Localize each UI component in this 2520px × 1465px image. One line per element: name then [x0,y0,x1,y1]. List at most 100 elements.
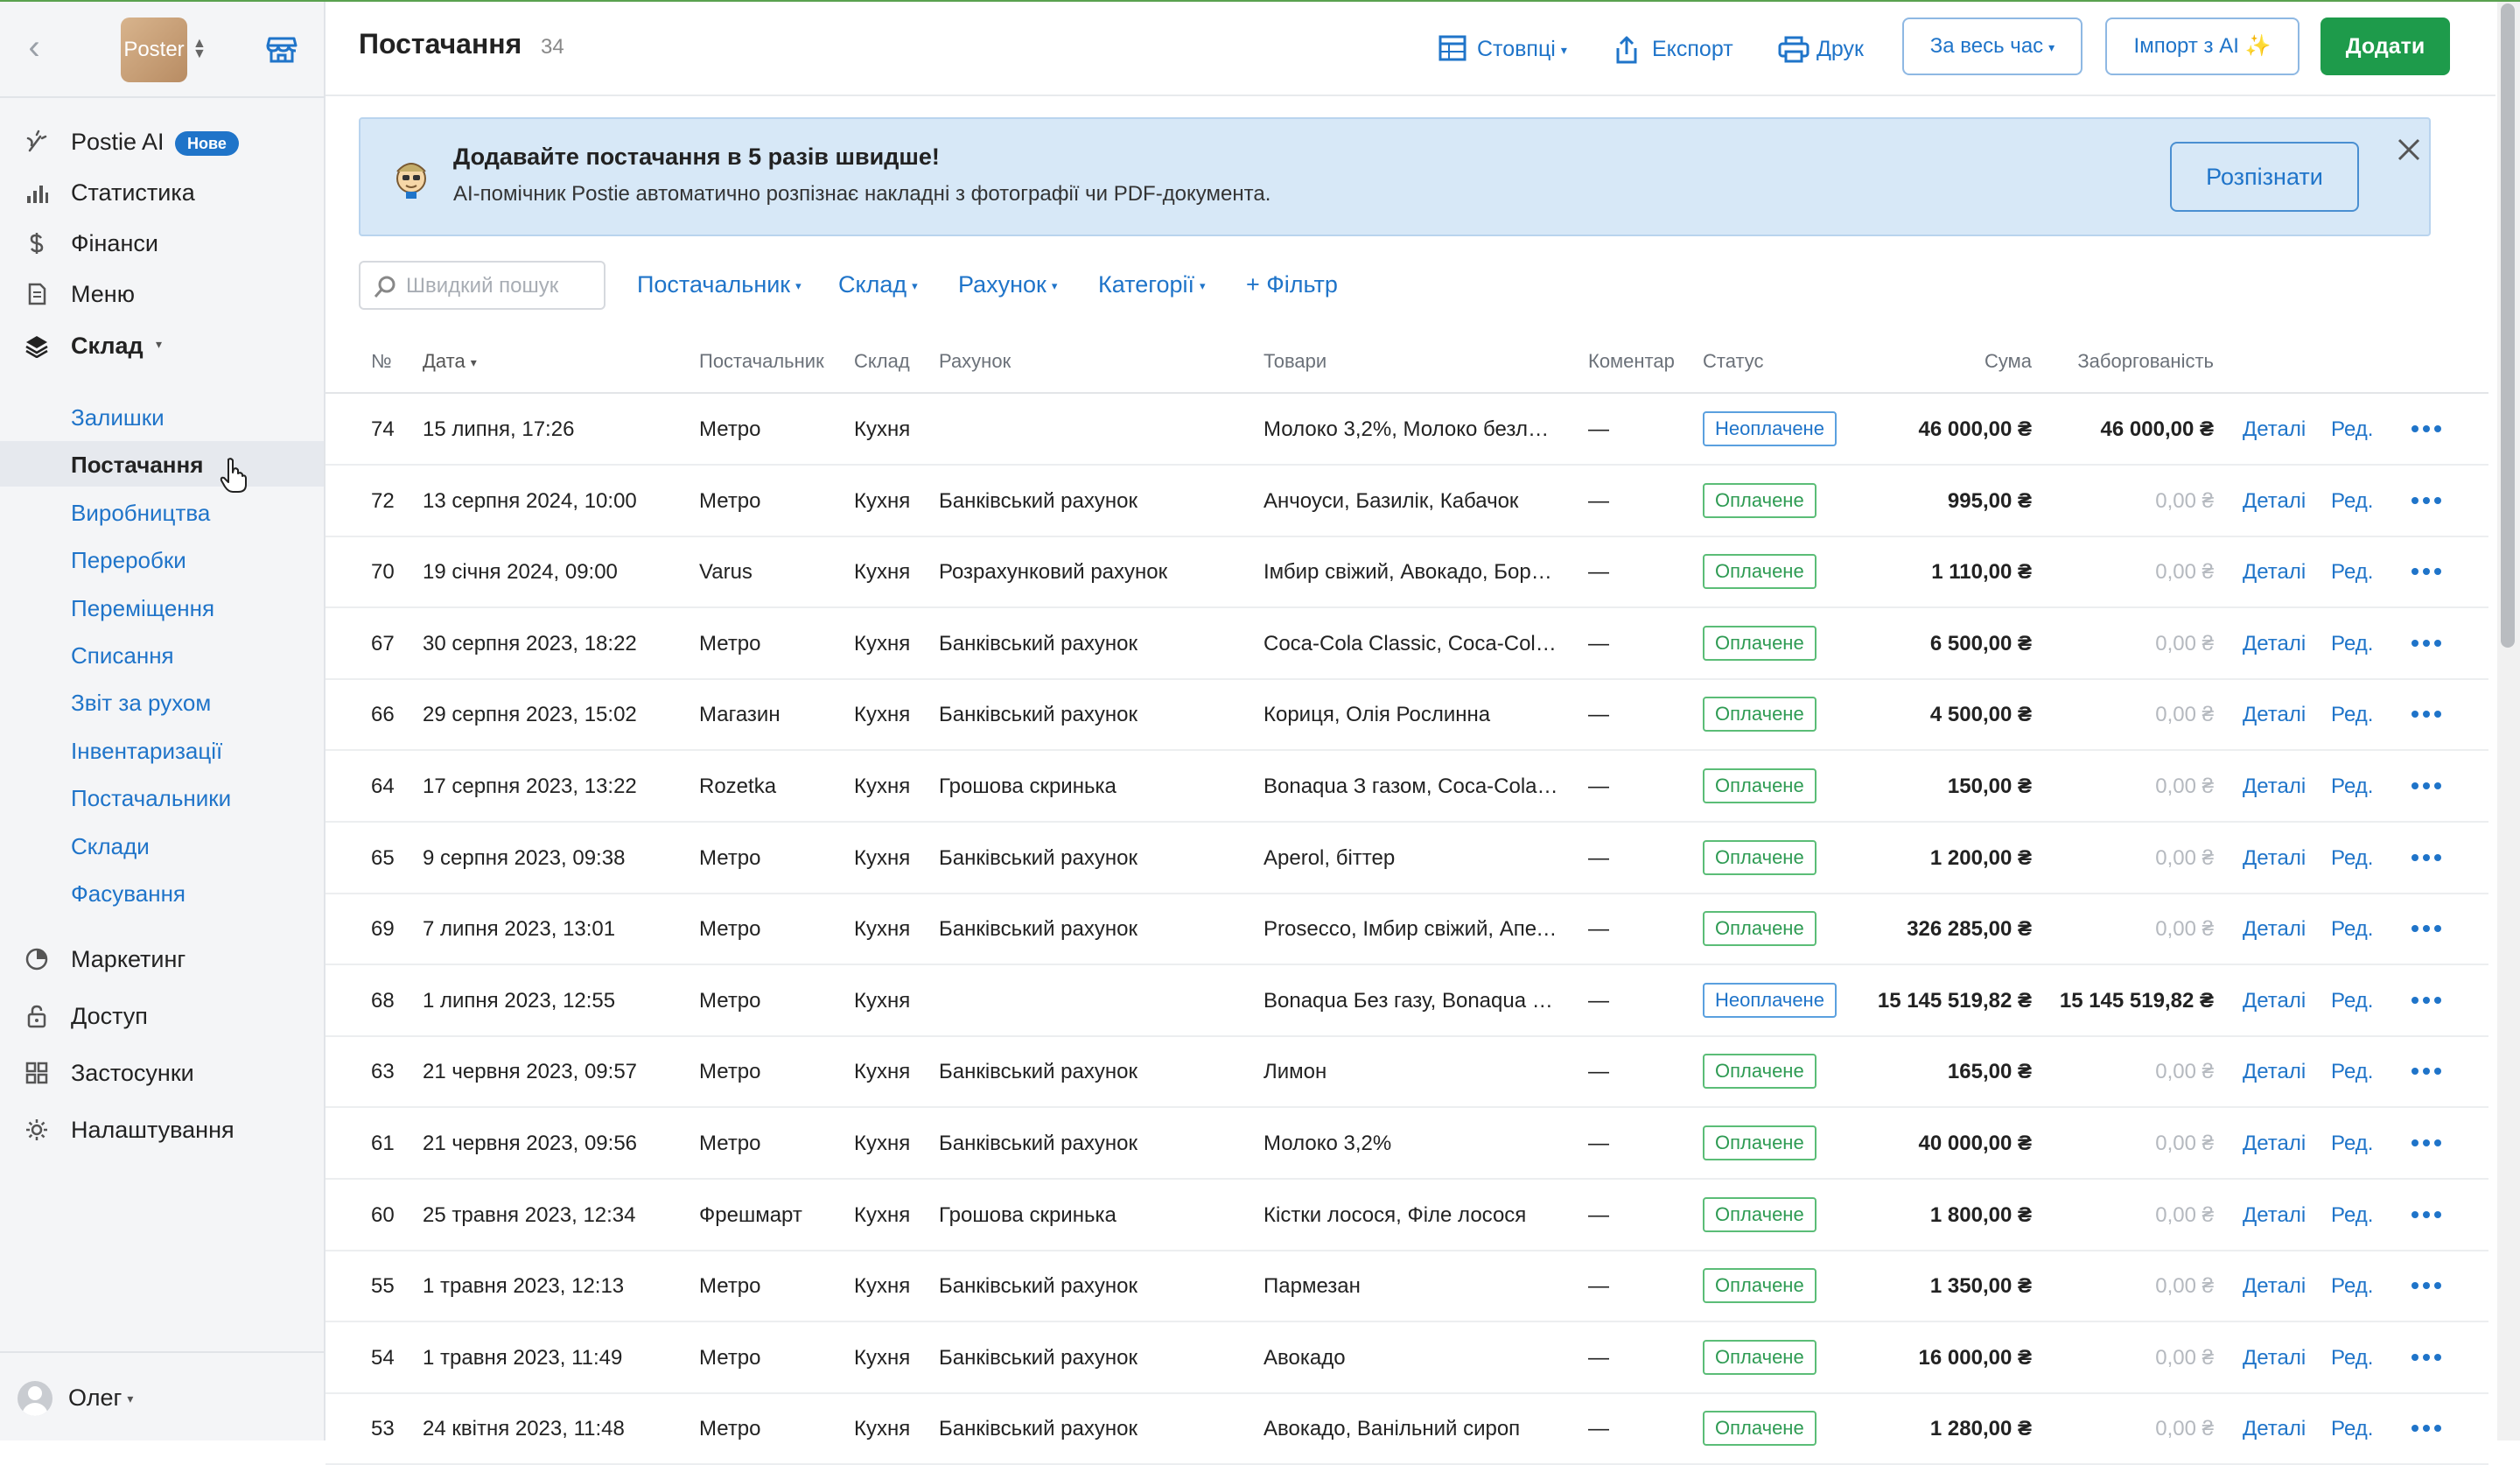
sidebar-subitem-5[interactable]: Переміщення [0,585,324,630]
details-link[interactable]: Деталі [2243,488,2306,515]
details-link[interactable]: Деталі [2243,1345,2306,1371]
storefront-icon[interactable] [266,35,298,65]
table-row[interactable]: 55 1 травня 2023, 12:13 Метро Кухня Банківсь… [326,1251,2488,1323]
details-link[interactable]: Деталі [2243,1202,2306,1229]
more-actions-icon[interactable] [2412,1062,2443,1080]
column-header-status[interactable]: Статус [1703,350,1764,373]
edit-link[interactable]: Ред. [2331,774,2373,800]
sidebar-item-2[interactable]: Статистика [0,166,324,219]
sidebar-subitem-7[interactable]: Звіт за рухом [0,679,324,725]
sidebar-subitem-4[interactable]: Переробки [0,536,324,582]
details-link[interactable]: Деталі [2243,631,2306,657]
edit-link[interactable]: Ред. [2331,1345,2373,1371]
sidebar-subitem-6[interactable]: Списання [0,632,324,677]
more-actions-icon[interactable] [2412,492,2443,509]
import-ai-button[interactable]: Імпорт з AI ✨ [2105,18,2300,75]
table-row[interactable]: 63 21 червня 2023, 09:57 Метро Кухня Банківс… [326,1036,2488,1109]
sidebar-item-6[interactable]: Маркетинг [0,933,324,985]
column-header-date[interactable]: Дата ▾ [423,350,477,373]
edit-link[interactable]: Ред. [2331,631,2373,657]
details-link[interactable]: Деталі [2243,988,2306,1014]
table-row[interactable]: 64 17 серпня 2023, 13:22 Rozetka Кухня Грошо… [326,751,2488,823]
edit-link[interactable]: Ред. [2331,1273,2373,1300]
column-header-num[interactable]: № [371,350,392,373]
column-header-goods[interactable]: Товари [1264,350,1326,373]
edit-link[interactable]: Ред. [2331,1131,2373,1157]
sidebar-subitem-8[interactable]: Інвентаризації [0,727,324,773]
more-actions-icon[interactable] [2412,777,2443,795]
details-link[interactable]: Деталі [2243,417,2306,443]
table-row[interactable]: 70 19 січня 2024, 09:00 Varus Кухня Розрахун… [326,536,2488,609]
table-row[interactable]: 72 13 серпня 2024, 10:00 Метро Кухня Банківс… [326,466,2488,537]
table-row[interactable]: 74 15 липня, 17:26 Метро Кухня Молоко 3,2%, … [326,394,2488,466]
more-actions-icon[interactable] [2412,1349,2443,1366]
details-link[interactable]: Деталі [2243,774,2306,800]
more-actions-icon[interactable] [2412,705,2443,723]
filter-supplier[interactable]: Постачальник ▾ [637,271,802,298]
more-actions-icon[interactable] [2412,920,2443,937]
sidebar-subitem-2[interactable]: Постачання [0,441,324,487]
sidebar-item-4[interactable]: Меню [0,268,324,320]
details-link[interactable]: Деталі [2243,559,2306,585]
recognize-button[interactable]: Розпізнати [2170,142,2359,212]
filter-account[interactable]: Рахунок ▾ [958,271,1057,298]
edit-link[interactable]: Ред. [2331,559,2373,585]
column-header-sum[interactable]: Сума [1872,350,2032,373]
export-button[interactable]: Експорт [1614,30,1736,68]
account-switch-caret-icon[interactable]: ▲ ▼ [192,37,206,61]
edit-link[interactable]: Ред. [2331,1059,2373,1085]
add-supply-button[interactable]: Додати [2320,18,2450,75]
details-link[interactable]: Деталі [2243,845,2306,872]
sidebar-item-9[interactable]: Налаштування [0,1104,324,1156]
table-row[interactable]: 66 29 серпня 2023, 15:02 Магазин Кухня Банкі… [326,679,2488,752]
details-link[interactable]: Деталі [2243,1273,2306,1300]
more-actions-icon[interactable] [2412,1206,2443,1223]
edit-link[interactable]: Ред. [2331,1202,2373,1229]
add-filter-button[interactable]: + Фільтр [1246,271,1338,298]
sidebar-item-5[interactable]: Склад ▾ [0,319,324,372]
table-row[interactable]: 68 1 липня 2023, 12:55 Метро Кухня Bonaqua Б… [326,965,2488,1037]
more-actions-icon[interactable] [2412,849,2443,866]
close-icon[interactable] [2392,133,2426,166]
table-row[interactable]: 60 25 травня 2023, 12:34 Фрешмарт Кухня Грош… [326,1180,2488,1251]
edit-link[interactable]: Ред. [2331,988,2373,1014]
columns-button[interactable]: Стовпці ▾ [1438,30,1568,68]
more-actions-icon[interactable] [2412,992,2443,1009]
table-row[interactable]: 65 9 серпня 2023, 09:38 Метро Кухня Банківсь… [326,823,2488,894]
column-header-comment[interactable]: Коментар [1588,350,1675,373]
table-row[interactable]: 53 24 квітня 2023, 11:48 Метро Кухня Банківс… [326,1393,2488,1465]
sidebar-subitem-11[interactable]: Фасування [0,870,324,915]
details-link[interactable]: Деталі [2243,916,2306,943]
search-input[interactable] [404,270,597,303]
edit-link[interactable]: Ред. [2331,845,2373,872]
sidebar-item-1[interactable]: Postie AI Нове [0,116,324,168]
sidebar-subitem-9[interactable]: Постачальники [0,775,324,820]
period-select[interactable]: За весь час ▾ [1902,18,2082,75]
more-actions-icon[interactable] [2412,420,2443,438]
edit-link[interactable]: Ред. [2331,417,2373,443]
details-link[interactable]: Деталі [2243,702,2306,728]
sidebar-subitem-3[interactable]: Виробництва [0,489,324,535]
edit-link[interactable]: Ред. [2331,488,2373,515]
column-header-account[interactable]: Рахунок [939,350,1011,373]
column-header-warehouse[interactable]: Склад [854,350,910,373]
details-link[interactable]: Деталі [2243,1059,2306,1085]
edit-link[interactable]: Ред. [2331,1416,2373,1442]
user-menu[interactable]: Олег ▾ [18,1377,192,1421]
details-link[interactable]: Деталі [2243,1131,2306,1157]
collapse-back-button[interactable]: ‹ [19,28,49,67]
sidebar-subitem-1[interactable]: Залишки [0,394,324,439]
print-button[interactable]: Друк [1778,30,1874,68]
more-actions-icon[interactable] [2412,1134,2443,1152]
account-logo[interactable]: Poster [121,18,187,82]
more-actions-icon[interactable] [2412,634,2443,652]
filter-categories[interactable]: Категорії ▾ [1098,271,1206,298]
table-row[interactable]: 67 30 серпня 2023, 18:22 Метро Кухня Банківс… [326,608,2488,680]
sidebar-item-7[interactable]: Доступ [0,990,324,1042]
more-actions-icon[interactable] [2412,1277,2443,1294]
table-row[interactable]: 69 7 липня 2023, 13:01 Метро Кухня Банківськ… [326,894,2488,966]
filter-warehouse[interactable]: Склад ▾ [838,271,918,298]
details-link[interactable]: Деталі [2243,1416,2306,1442]
column-header-supplier[interactable]: Постачальник [699,350,824,373]
scrollbar-thumb[interactable] [2501,4,2515,648]
